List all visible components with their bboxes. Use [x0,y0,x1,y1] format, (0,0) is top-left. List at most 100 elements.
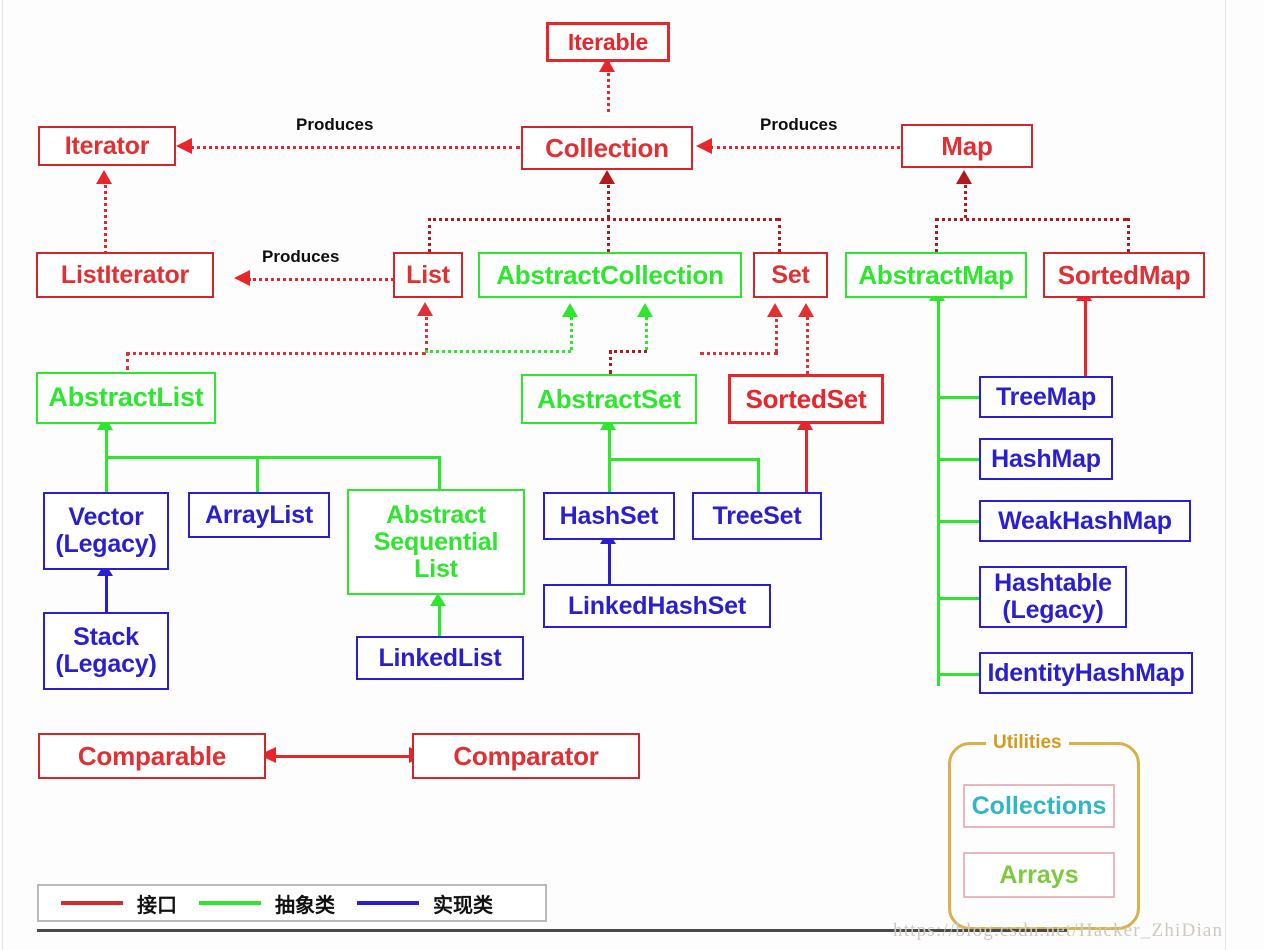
legend-item-interface: 接口 [61,889,177,918]
edge-treeset-sortedset [805,425,808,493]
watermark: https://blog.csdn.net/Hacker_ZhiDian [893,920,1224,941]
legend-label-interface: 接口 [137,892,177,917]
edge-comparable-comparator [275,755,409,758]
edge-abstractlist-down-leg [126,352,129,370]
utility-collections[interactable]: Collections [963,784,1115,828]
edge-abstractlist-children-bus [105,456,441,459]
node-abstractcollection[interactable]: AbstractCollection [478,252,742,298]
node-sortedset[interactable]: SortedSet [728,374,884,424]
edge-abstractcollection-left-bus [425,350,571,353]
utilities-title: Utilities [986,732,1069,754]
edge-abstractset-abstractcollection-leg [645,312,648,350]
legend: 接口 抽象类 实现类 [37,884,547,922]
node-abstractsequentiallist[interactable]: Abstract Sequential List [347,489,525,595]
edge-listiterator-iterator [104,180,107,254]
edge-list-produces-listiterator [248,278,400,281]
node-linkedhashset[interactable]: LinkedHashSet [543,584,771,628]
edge-vector-abstractlist [105,425,108,493]
node-comparator[interactable]: Comparator [412,733,640,779]
edge-collection-down-trunk [607,178,610,218]
arrowhead-iterator [176,138,192,154]
edge-abstractset-down-leg [609,350,612,374]
utility-arrays[interactable]: Arrays [963,852,1115,898]
edge-identityhashmap-branch [937,673,982,676]
legend-swatch-abstract [199,901,261,905]
arrowhead-abstractcollection-2 [637,303,653,317]
edge-sortedset-set-leg [806,312,809,374]
edge-abstractlist-abstractcollection-leg [570,312,573,350]
node-sortedmap[interactable]: SortedMap [1043,252,1205,298]
edge-collection-produces-iterator [190,146,520,149]
node-map[interactable]: Map [901,124,1033,168]
edge-sortedmap-up-leg [1127,218,1130,252]
utilities-group [948,742,1140,930]
arrowhead-iterator-2 [96,170,112,184]
arrowhead-listiterator [234,270,250,286]
node-weakhashmap[interactable]: WeakHashMap [979,500,1191,542]
legend-item-abstract: 抽象类 [199,889,335,918]
edge-linkedhashset-hashset [608,540,611,584]
node-treemap[interactable]: TreeMap [979,376,1113,418]
edge-hashmap-branch [937,458,982,461]
arrowhead-set-2 [798,303,814,317]
node-abstractset[interactable]: AbstractSet [521,374,697,424]
node-abstractmap[interactable]: AbstractMap [845,252,1027,298]
edge-map-produces-collection [710,146,900,149]
arrowhead-map [956,170,972,184]
arrowhead-abstractcollection-1 [562,303,578,317]
edge-map-down-trunk [964,178,967,218]
edge-abstractlist-list-leg [425,310,428,352]
edge-set-up-leg [778,218,781,252]
edge-stack-vector [105,572,108,612]
node-abstractlist[interactable]: AbstractList [36,372,216,424]
collections-framework-diagram: Produces Produces Produces Iterable Iter… [0,0,1264,950]
page-edge-rule-right [1225,0,1226,950]
edge-abstractset-set-leg [775,312,778,352]
legend-label-implementation: 实现类 [433,892,493,917]
edge-abstractlist-bus [126,352,426,355]
arrowhead-collection [696,138,712,154]
edge-abstractmap-trunk [937,296,940,686]
edge-abstractmap-up-leg [935,218,938,252]
edge-arraylist-leg [256,456,259,492]
node-comparable[interactable]: Comparable [38,733,266,779]
node-identityhashmap[interactable]: IdentityHashMap [979,652,1193,694]
node-hashset[interactable]: HashSet [543,492,675,540]
legend-swatch-implementation [357,901,419,905]
arrowhead-list [417,302,433,316]
node-treeset[interactable]: TreeSet [692,492,822,540]
node-vector[interactable]: Vector (Legacy) [43,492,169,570]
edge-map-bus [935,218,1127,221]
arrowhead-set-1 [767,303,783,317]
edge-collection-bus [428,218,778,221]
node-stack[interactable]: Stack (Legacy) [43,612,169,690]
node-iterable[interactable]: Iterable [546,22,670,62]
edge-hashtable-branch [937,597,982,600]
node-hashtable[interactable]: Hashtable (Legacy) [979,566,1127,628]
edge-label-produces-collection: Produces [760,115,838,134]
edge-treemap-sortedmap [1084,296,1087,378]
edge-abstractcollection-up-leg [607,218,610,252]
node-collection[interactable]: Collection [521,126,693,170]
edge-abstractset-children-bus [608,458,759,461]
edge-treemap-branch [937,396,982,399]
edge-label-produces-listiterator: Produces [262,247,340,266]
node-arraylist[interactable]: ArrayList [188,492,330,538]
node-linkedlist[interactable]: LinkedList [356,636,524,680]
legend-swatch-interface [61,901,123,905]
node-list[interactable]: List [393,252,463,298]
node-set[interactable]: Set [753,252,828,298]
node-hashmap[interactable]: HashMap [979,438,1113,480]
legend-label-abstract: 抽象类 [275,892,335,917]
edge-linkedlist-abstractsequentiallist [438,602,441,636]
page-edge-rule-left [2,0,3,950]
node-listiterator[interactable]: ListIterator [36,252,214,298]
arrowhead-collection-2 [599,170,615,184]
edge-weakhashmap-branch [937,520,982,523]
edge-set-left-bus [700,352,778,355]
edge-label-produces-iterator: Produces [296,115,374,134]
node-iterator[interactable]: Iterator [38,126,176,166]
legend-item-implementation: 实现类 [357,889,493,918]
edge-treeset-leg [757,458,760,492]
edge-abstractset-bus [609,350,647,353]
